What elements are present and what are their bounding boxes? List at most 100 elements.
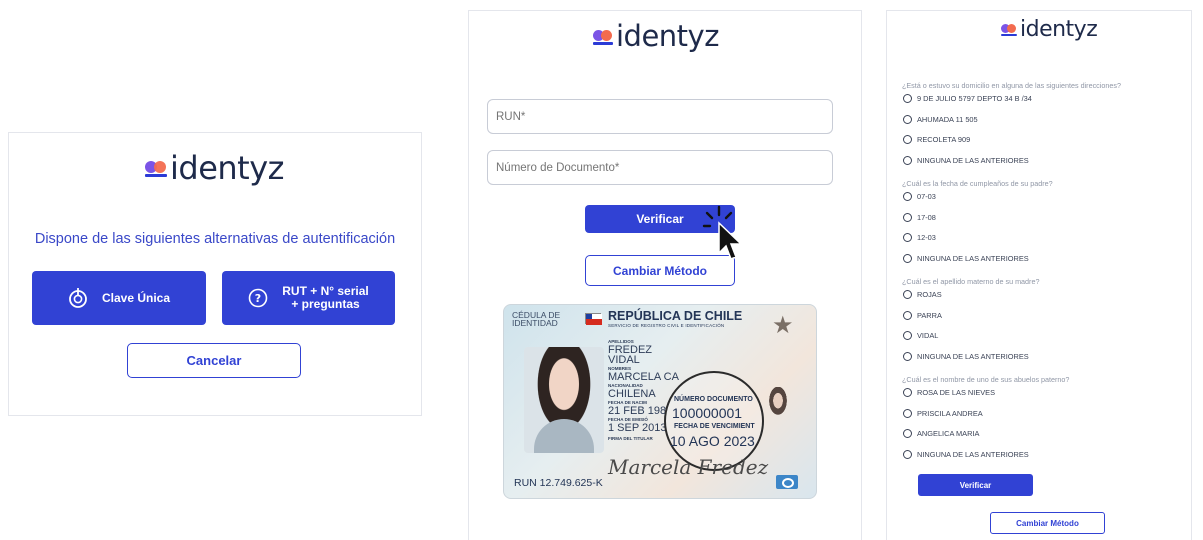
signature-label: FIRMA DEL TITULAR — [608, 436, 653, 441]
radio-button[interactable] — [903, 290, 912, 299]
answer-option-label: AHUMADA 11 505 — [917, 114, 978, 124]
surname-2: VIDAL — [608, 354, 640, 366]
answer-option-label: VIDAL — [917, 331, 939, 340]
radio-button[interactable] — [903, 233, 912, 242]
expiry-date-value: 10 AGO 2023 — [670, 433, 755, 449]
question-text: ¿Cuál es el nombre de uno de sus abuelos… — [902, 375, 1070, 384]
answer-option-label: NINGUNA DE LAS ANTERIORES — [917, 253, 1029, 263]
answer-option-label: PARRA — [917, 310, 942, 320]
auth-options-panel: identyz Dispone de las siguientes altern… — [8, 132, 422, 416]
answer-option[interactable]: NINGUNA DE LAS ANTERIORES — [903, 351, 1029, 361]
document-number-input[interactable] — [487, 150, 833, 185]
answer-option[interactable]: RECOLETA 909 — [903, 135, 970, 144]
clave-unica-label: Clave Única — [101, 291, 171, 305]
identyz-logo-mark-icon — [145, 158, 167, 178]
answer-option-label: PRISCILA ANDREA — [917, 408, 983, 418]
radio-button[interactable] — [903, 212, 912, 222]
radio-button[interactable] — [903, 429, 912, 438]
auth-options-prompt: Dispone de las siguientes alternativas d… — [34, 231, 396, 247]
document-number-label: NÚMERO DOCUMENTO — [674, 396, 753, 403]
answer-option-label: NINGUNA DE LAS ANTERIORES — [917, 449, 1029, 459]
nationality: CHILENA — [608, 388, 656, 400]
answer-option[interactable]: AHUMADA 11 505 — [903, 114, 978, 124]
radio-button[interactable] — [903, 155, 912, 165]
radio-button[interactable] — [903, 408, 912, 418]
chile-flag-icon — [585, 313, 602, 325]
logo-wordmark: identyz — [170, 149, 284, 187]
rut-serial-line-2: + preguntas — [291, 297, 360, 311]
chile-id-card-image: CÉDULA DE IDENTIDAD REPÚBLICA DE CHILE S… — [503, 304, 817, 499]
change-method-button[interactable]: Cambiar Método — [990, 512, 1105, 534]
radio-button[interactable] — [903, 351, 912, 361]
radio-button[interactable] — [903, 310, 912, 320]
answer-option[interactable]: PRISCILA ANDREA — [903, 408, 983, 418]
answer-option-label: 12-03 — [917, 233, 936, 242]
svg-text:?: ? — [255, 292, 261, 305]
radio-button[interactable] — [903, 135, 912, 144]
identyz-logo: identyz — [145, 149, 284, 187]
question-text: ¿Está o estuvo su domicilio en alguna de… — [902, 81, 1121, 90]
identyz-logo: identyz — [1001, 17, 1098, 42]
answer-option[interactable]: 17-08 — [903, 212, 936, 222]
question-text: ¿Cuál es el apellido materno de su madre… — [902, 277, 1040, 286]
answer-option-label: ANGELICA MARIA — [917, 429, 980, 438]
document-verification-panel: identyz Verificar Cambiar Método CÉDULA … — [468, 10, 862, 540]
card-type-line-2: IDENTIDAD — [512, 318, 558, 328]
clave-unica-icon — [68, 287, 88, 309]
answer-option-label: 9 DE JULIO 5797 DEPTO 34 B /34 — [917, 94, 1032, 103]
holder-photo — [524, 347, 604, 453]
cancel-button[interactable]: Cancelar — [127, 343, 301, 378]
radio-button[interactable] — [903, 94, 912, 103]
holder-signature: Marcela Fredez — [608, 455, 769, 479]
answer-option[interactable]: PARRA — [903, 310, 942, 320]
rut-serial-questions-button[interactable]: ? RUT + N° serial + preguntas — [222, 271, 395, 325]
card-run: RUN 12.749.625-K — [514, 477, 603, 489]
answer-option[interactable]: 12-03 — [903, 233, 936, 242]
chip-badge-icon — [776, 475, 798, 489]
answer-option[interactable]: NINGUNA DE LAS ANTERIORES — [903, 449, 1029, 459]
run-input[interactable] — [487, 99, 833, 134]
answer-option-label: NINGUNA DE LAS ANTERIORES — [917, 351, 1029, 361]
radio-button[interactable] — [903, 388, 912, 397]
answer-option-label: 17-08 — [917, 212, 936, 222]
card-subtitle: SERVICIO DE REGISTRO CIVIL E IDENTIFICAC… — [608, 323, 725, 328]
document-number-value: 100000001 — [672, 405, 743, 421]
question-circle-icon: ? — [248, 288, 268, 308]
radio-button[interactable] — [903, 114, 912, 124]
card-type-label: CÉDULA DE IDENTIDAD — [512, 311, 560, 328]
answer-option[interactable]: ANGELICA MARIA — [903, 429, 979, 438]
answer-option[interactable]: ROSA DE LAS NIEVES — [903, 388, 995, 397]
star-emblem-icon: ★ — [772, 312, 794, 339]
security-questions-panel: identyz ¿Está o estuvo su domicilio en a… — [886, 10, 1192, 540]
ghost-photo — [764, 387, 792, 423]
identyz-logo: identyz — [593, 19, 719, 53]
answer-option[interactable]: NINGUNA DE LAS ANTERIORES — [903, 155, 1029, 165]
logo-wordmark: identyz — [616, 19, 719, 53]
issue-date: 1 SEP 2013 — [608, 422, 667, 434]
pointer-cursor-icon — [702, 205, 743, 260]
radio-button[interactable] — [903, 331, 912, 340]
radio-button[interactable] — [903, 253, 912, 263]
given-names: MARCELA CA — [608, 371, 679, 383]
answer-option-label: NINGUNA DE LAS ANTERIORES — [917, 155, 1029, 165]
answer-option[interactable]: 9 DE JULIO 5797 DEPTO 34 B /34 — [903, 94, 1032, 103]
radio-button[interactable] — [903, 192, 912, 201]
card-title: REPÚBLICA DE CHILE — [608, 309, 743, 323]
verify-button[interactable]: Verificar — [918, 474, 1033, 496]
radio-button[interactable] — [903, 449, 912, 459]
answer-option[interactable]: VIDAL — [903, 331, 938, 340]
answer-option[interactable]: ROJAS — [903, 290, 942, 299]
answer-option[interactable]: NINGUNA DE LAS ANTERIORES — [903, 253, 1029, 263]
rut-serial-line-1: RUT + N° serial — [282, 284, 369, 298]
answer-option-label: 07-03 — [917, 192, 936, 201]
rut-serial-label: RUT + N° serial + preguntas — [282, 285, 369, 311]
birth-date: 21 FEB 198 — [608, 405, 667, 417]
answer-option-label: ROJAS — [917, 290, 942, 299]
logo-wordmark: identyz — [1020, 17, 1098, 42]
question-text: ¿Cuál es la fecha de cumpleaños de su pa… — [902, 179, 1053, 188]
identyz-logo-mark-icon — [1001, 22, 1017, 37]
expiry-date-label: FECHA DE VENCIMIENT — [674, 423, 755, 430]
answer-option-label: ROSA DE LAS NIEVES — [917, 388, 996, 397]
answer-option[interactable]: 07-03 — [903, 192, 936, 201]
clave-unica-button[interactable]: Clave Única — [32, 271, 206, 325]
